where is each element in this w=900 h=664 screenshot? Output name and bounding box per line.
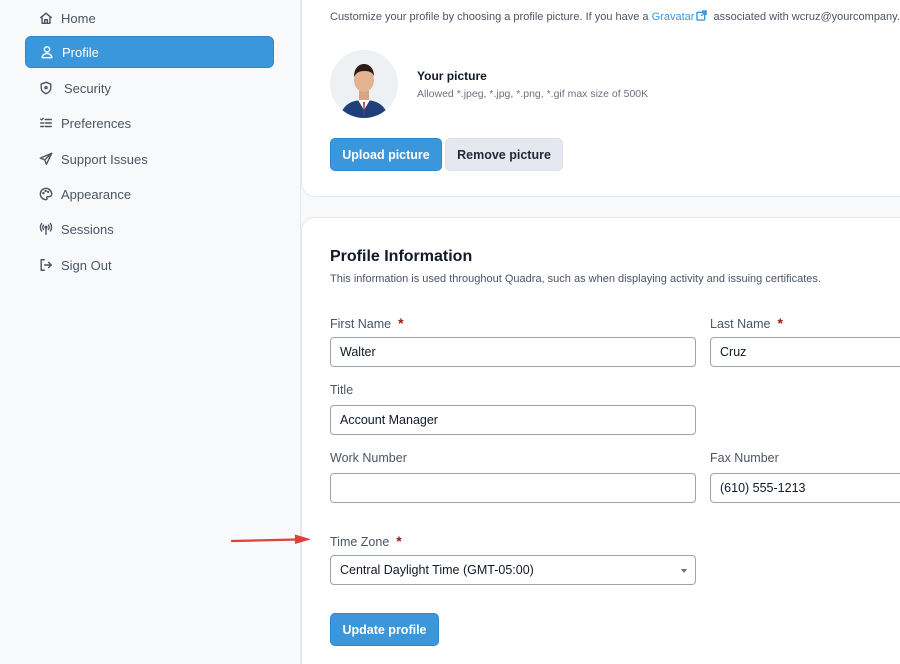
profile-information-card: Profile Information This information is … bbox=[301, 217, 900, 664]
section-subtitle: This information is used throughout Quad… bbox=[330, 273, 821, 285]
label-text: Time Zone bbox=[330, 535, 390, 549]
profile-picture-card: Customize your profile by choosing a pro… bbox=[301, 0, 900, 197]
remove-picture-button[interactable]: Remove picture bbox=[445, 138, 563, 171]
sidebar-item-security[interactable]: Security bbox=[25, 72, 274, 104]
work-number-field[interactable] bbox=[330, 473, 696, 503]
user-icon bbox=[40, 45, 54, 59]
sidebar-item-label: Profile bbox=[62, 44, 99, 60]
sidebar-item-profile[interactable]: Profile bbox=[25, 36, 274, 68]
broadcast-icon bbox=[39, 222, 53, 236]
label-text: First Name bbox=[330, 317, 392, 331]
sidebar-item-sign-out[interactable]: Sign Out bbox=[25, 249, 274, 281]
sign-out-icon bbox=[39, 258, 53, 272]
caret-down-icon bbox=[681, 569, 687, 573]
external-link-icon[interactable] bbox=[696, 10, 708, 21]
sidebar-item-label: Preferences bbox=[61, 115, 132, 131]
first-name-label: First Name * bbox=[330, 315, 404, 331]
fax-number-field[interactable]: (610) 555-1213 bbox=[710, 473, 900, 503]
time-zone-select[interactable]: Central Daylight Time (GMT-05:00) bbox=[330, 555, 696, 585]
intro-text-suffix: associated with wcruz@yourcompany.c bbox=[713, 11, 900, 23]
shield-icon bbox=[39, 81, 53, 95]
sidebar-item-label: Support Issues bbox=[61, 151, 148, 167]
last-name-label: Last Name * bbox=[710, 315, 783, 331]
title-field[interactable]: Account Manager bbox=[330, 405, 696, 435]
home-icon bbox=[39, 11, 53, 25]
first-name-field[interactable]: Walter bbox=[330, 337, 696, 367]
intro-text: Customize your profile by choosing a pro… bbox=[330, 11, 649, 23]
sidebar-item-sessions[interactable]: Sessions bbox=[25, 213, 274, 245]
sidebar-item-label: Home bbox=[61, 10, 96, 26]
palette-icon bbox=[39, 187, 53, 201]
required-marker: * bbox=[396, 533, 402, 549]
sidebar-item-label: Sign Out bbox=[61, 257, 112, 273]
picture-intro: Customize your profile by choosing a pro… bbox=[330, 10, 900, 23]
sidebar-item-support-issues[interactable]: Support Issues bbox=[25, 143, 274, 175]
update-profile-button[interactable]: Update profile bbox=[330, 613, 439, 646]
fax-number-label: Fax Number bbox=[710, 451, 779, 465]
last-name-field[interactable]: Cruz bbox=[710, 337, 900, 367]
required-marker: * bbox=[777, 315, 783, 331]
section-title: Profile Information bbox=[330, 248, 473, 265]
list-check-icon bbox=[39, 116, 53, 130]
upload-picture-button[interactable]: Upload picture bbox=[330, 138, 442, 171]
sidebar-item-preferences[interactable]: Preferences bbox=[25, 107, 274, 139]
sidebar-item-home[interactable]: Home bbox=[25, 2, 274, 34]
gravatar-link[interactable]: Gravatar bbox=[652, 11, 695, 23]
label-text: Last Name bbox=[710, 317, 771, 331]
title-label: Title bbox=[330, 383, 354, 397]
picture-allowed-types: Allowed *.jpeg, *.jpg, *.png, *.gif max … bbox=[417, 88, 649, 100]
send-icon bbox=[39, 152, 53, 166]
required-marker: * bbox=[398, 315, 404, 331]
sidebar-item-appearance[interactable]: Appearance bbox=[25, 178, 274, 210]
picture-title: Your picture bbox=[417, 69, 487, 83]
sidebar-item-label: Sessions bbox=[61, 221, 114, 237]
time-zone-selected-value: Central Daylight Time (GMT-05:00) bbox=[340, 563, 534, 577]
annotation-arrow-icon bbox=[231, 534, 311, 544]
sidebar-item-label: Appearance bbox=[61, 186, 132, 202]
avatar bbox=[330, 50, 398, 118]
time-zone-label: Time Zone * bbox=[330, 533, 402, 549]
sidebar: Home Profile Security Preferences Suppor… bbox=[0, 0, 300, 664]
sidebar-item-label: Security bbox=[64, 80, 111, 96]
work-number-label: Work Number bbox=[330, 451, 407, 465]
